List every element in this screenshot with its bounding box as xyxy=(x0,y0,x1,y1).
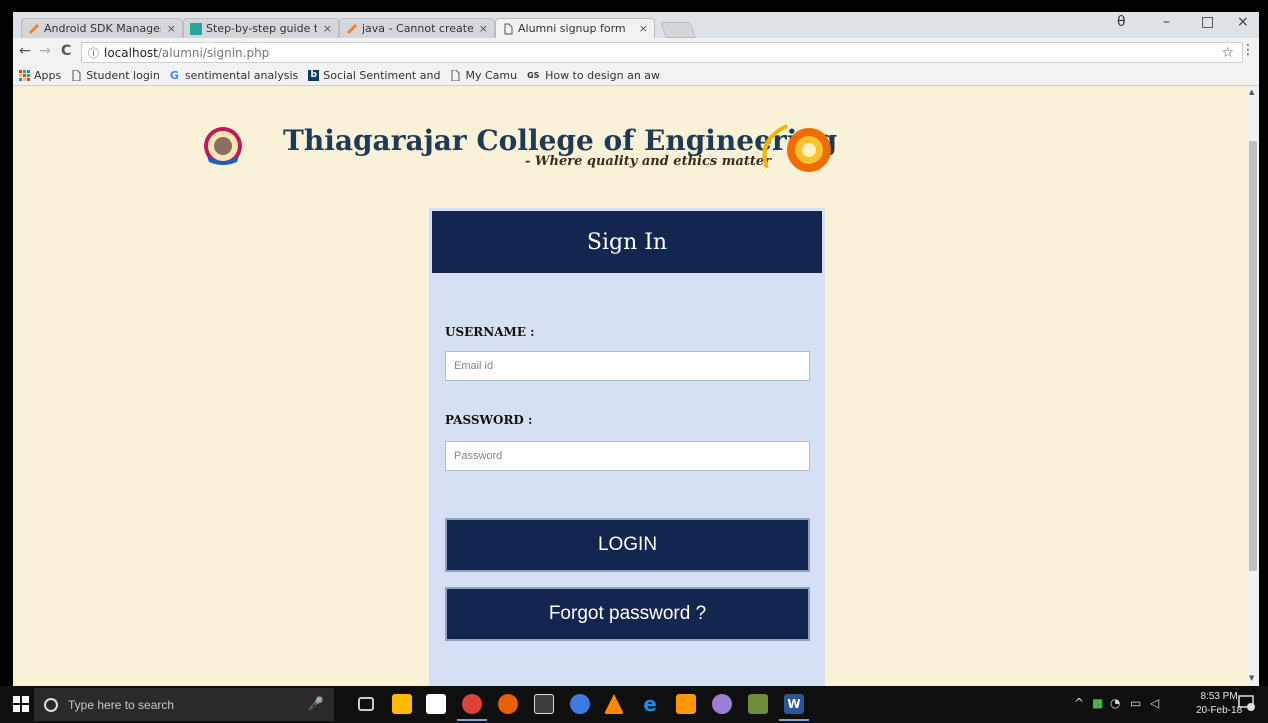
vlc-icon[interactable] xyxy=(604,694,624,714)
apps-grid-icon xyxy=(19,70,30,81)
tray-chevron-icon[interactable]: ^ xyxy=(1074,696,1084,710)
login-button[interactable]: LOGIN xyxy=(445,518,810,572)
site-icon xyxy=(190,22,202,35)
wifi-icon[interactable]: ◔ xyxy=(1110,696,1120,710)
bookmark-sentimental[interactable]: G sentimental analysis xyxy=(170,69,298,82)
firefox-icon[interactable] xyxy=(498,694,518,714)
close-icon[interactable]: × xyxy=(479,22,488,35)
browser-tab-strip: Android SDK Manager N × Step-by-step gui… xyxy=(13,12,1259,38)
bookmark-label: Student login xyxy=(86,69,160,82)
scroll-down-icon[interactable]: ▼ xyxy=(1249,674,1254,682)
windows-taskbar: Type here to search 🎤 e W ^ ■ ◔ ▭ ◁ 8:53… xyxy=(0,686,1268,723)
battery-icon[interactable]: ▭ xyxy=(1130,696,1141,710)
tab-title: Android SDK Manager N xyxy=(44,22,161,35)
window-close-icon[interactable]: × xyxy=(1237,14,1249,30)
forgot-password-button[interactable]: Forgot password ? xyxy=(445,587,810,641)
tab-android-sdk[interactable]: Android SDK Manager N × xyxy=(21,18,183,38)
close-icon[interactable]: × xyxy=(167,22,176,35)
eclipse-icon[interactable] xyxy=(712,694,732,714)
store-icon[interactable] xyxy=(426,694,446,714)
bookmark-label: Social Sentiment and xyxy=(323,69,441,82)
volume-icon[interactable]: ◁ xyxy=(1150,696,1159,710)
anniversary-60-icon xyxy=(762,124,831,172)
back-icon[interactable]: ← xyxy=(19,43,31,59)
site-b-icon: b xyxy=(308,70,320,81)
system-clock[interactable]: 8:53 PM 20-Feb-18 xyxy=(1196,690,1242,718)
word-active-indicator xyxy=(779,719,809,721)
task-view-icon[interactable] xyxy=(358,697,374,711)
close-icon[interactable]: × xyxy=(323,22,332,35)
stackoverflow-icon xyxy=(28,23,40,34)
college-name: Thiagarajar College of Engineering xyxy=(283,124,838,157)
clock-time: 8:53 PM xyxy=(1200,691,1238,702)
app-blue-icon[interactable] xyxy=(570,694,590,714)
word-icon[interactable]: W xyxy=(784,694,804,714)
page-icon xyxy=(504,23,513,34)
page-viewport: Thiagarajar College of Engineering - Whe… xyxy=(13,86,1247,686)
scroll-thumb[interactable] xyxy=(1249,141,1257,571)
college-tagline: - Where quality and ethics matter xyxy=(525,154,772,169)
password-input[interactable] xyxy=(445,441,810,471)
google-icon: G xyxy=(169,69,179,82)
page-icon xyxy=(451,70,460,81)
clock-date: 20-Feb-18 xyxy=(1196,705,1243,716)
close-icon[interactable]: × xyxy=(639,22,648,35)
bookmarks-bar: Apps Student login G sentimental analysi… xyxy=(13,66,1259,86)
username-input[interactable] xyxy=(445,351,810,381)
tab-title: java - Cannot create or e xyxy=(362,22,473,35)
browser-toolbar: ← → C ⓘ localhost/alumni/signin.php ☆ ⋮ xyxy=(13,38,1259,66)
scroll-up-icon[interactable]: ▲ xyxy=(1249,88,1254,96)
password-label: PASSWORD : xyxy=(445,413,533,427)
bookmark-social-sentiment[interactable]: b Social Sentiment and xyxy=(308,69,440,82)
terminal-icon[interactable] xyxy=(534,694,554,714)
bookmark-design[interactable]: GS How to design an aw xyxy=(527,69,660,82)
windows-start-icon[interactable] xyxy=(13,696,29,712)
bookmark-label: Apps xyxy=(34,69,62,82)
reload-icon[interactable]: C xyxy=(61,43,71,59)
address-bar[interactable]: ⓘ localhost/alumni/signin.php ☆ xyxy=(81,42,1243,63)
page-icon xyxy=(72,70,81,81)
minimize-icon[interactable]: – xyxy=(1163,14,1170,30)
url-host: localhost xyxy=(104,45,158,60)
bookmark-star-icon[interactable]: ☆ xyxy=(1221,45,1234,61)
sublime-icon[interactable] xyxy=(676,694,696,714)
tab-title: Alumni signup form xyxy=(518,22,626,35)
tab-step-guide[interactable]: Step-by-step guide to An × xyxy=(183,18,339,38)
tab-title: Step-by-step guide to An xyxy=(206,22,317,35)
signin-title: Sign In xyxy=(432,211,822,273)
new-tab-button[interactable] xyxy=(660,22,696,38)
file-explorer-icon[interactable] xyxy=(392,694,412,714)
screen: Android SDK Manager N × Step-by-step gui… xyxy=(0,0,1268,723)
bookmark-label: sentimental analysis xyxy=(184,69,299,82)
microphone-icon[interactable]: 🎤 xyxy=(308,696,324,712)
forward-icon[interactable]: → xyxy=(39,43,51,59)
bookmark-label: How to design an aw xyxy=(545,69,661,82)
cortana-icon xyxy=(44,697,58,712)
bookmark-my-camu[interactable]: My Camu xyxy=(450,69,517,82)
bookmark-student-login[interactable]: Student login xyxy=(71,69,160,82)
tab-java[interactable]: java - Cannot create or e × xyxy=(339,18,495,38)
maximize-icon[interactable]: □ xyxy=(1201,14,1214,30)
menu-icon[interactable]: ⋮ xyxy=(1241,42,1255,58)
url-path: /alumni/signin.php xyxy=(157,45,270,60)
bookmark-apps[interactable]: Apps xyxy=(19,69,61,82)
edge-icon[interactable]: e xyxy=(640,694,660,714)
bookmark-label: My Camu xyxy=(465,69,518,82)
taskbar-search-placeholder: Type here to search xyxy=(68,697,175,712)
college-emblem-icon xyxy=(204,127,242,165)
tray-app-icon[interactable]: ■ xyxy=(1092,696,1103,710)
notification-icon[interactable] xyxy=(1238,694,1256,712)
stackoverflow-icon xyxy=(346,23,358,34)
page-scrollbar[interactable]: ▲ ▼ xyxy=(1247,86,1259,686)
tab-alumni-signup[interactable]: Alumni signup form × xyxy=(495,18,655,38)
username-label: USERNAME : xyxy=(445,325,535,339)
info-icon[interactable]: ⓘ xyxy=(88,45,99,61)
profile-icon[interactable]: θ xyxy=(1117,14,1126,30)
gs-icon: GS xyxy=(527,71,540,80)
taskbar-search[interactable]: Type here to search 🎤 xyxy=(34,688,334,721)
chrome-active-indicator xyxy=(457,719,487,721)
signin-card: Sign In USERNAME : PASSWORD : LOGIN Forg… xyxy=(429,208,825,686)
chrome-icon[interactable] xyxy=(462,694,482,714)
android-sdk-icon[interactable] xyxy=(748,694,768,714)
